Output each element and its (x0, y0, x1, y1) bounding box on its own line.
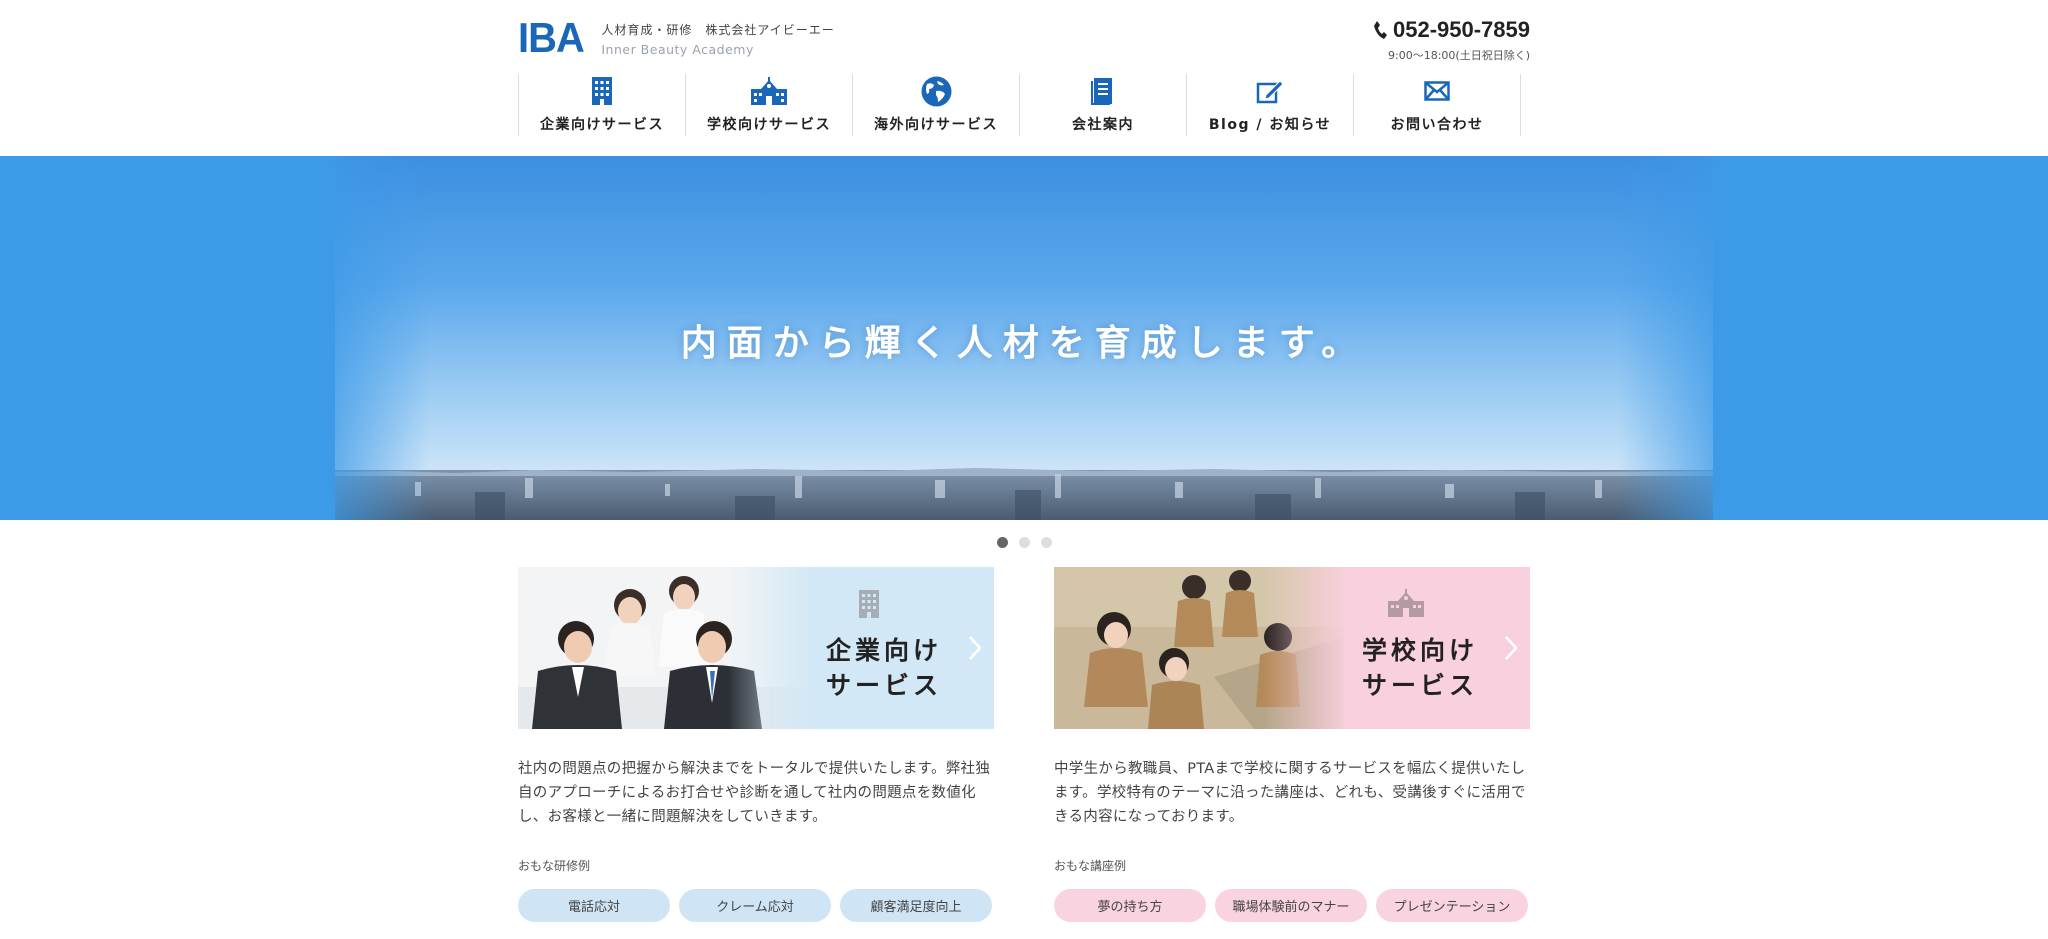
globe-icon (921, 76, 951, 106)
school-service-banner[interactable]: 学校向け サービス (1054, 567, 1530, 729)
example-tag[interactable]: プレゼンテーション (1376, 889, 1528, 922)
hero-slider[interactable]: 内面から輝く人材を育成します。 (0, 156, 2048, 520)
slider-dot-2[interactable] (1018, 536, 1030, 548)
logo-tagline: 人材育成・研修 株式会社アイビーエー (601, 23, 835, 37)
service-cards: 企業向け サービス 社内の問題点の把握から解決までをトータルで提供いたします。弊… (518, 567, 1530, 922)
phone-number[interactable]: 052-950-7859 (1393, 17, 1530, 43)
banner-title: 学校向け サービス (1361, 636, 1478, 700)
city-skyline-image (335, 468, 1713, 520)
site-header: IBA 人材育成・研修 株式会社アイビーエー Inner Beauty Acad… (518, 0, 1530, 156)
example-tag[interactable]: 顧客満足度向上 (840, 889, 992, 922)
global-nav: 企業向けサービス 学校向けサービス 海外向けサービス 会社案内 Blog / お… (518, 74, 1521, 136)
nav-item-school[interactable]: 学校向けサービス (686, 74, 853, 136)
slider-pagination (0, 520, 2048, 564)
example-tags: 電話応対 クレーム応対 顧客満足度向上 (518, 889, 994, 922)
building-icon (592, 77, 612, 105)
nav-label: 学校向けサービス (707, 117, 831, 133)
nav-item-overseas[interactable]: 海外向けサービス (853, 74, 1020, 136)
contact-phone: 052-950-7859 9:00〜18:00(土日祝日除く) (1373, 17, 1530, 63)
nav-item-company[interactable]: 会社案内 (1020, 74, 1187, 136)
slider-dot-1[interactable] (996, 536, 1008, 548)
nav-label: 企業向けサービス (540, 117, 664, 133)
example-tag[interactable]: 電話応対 (518, 889, 670, 922)
example-tag[interactable]: 夢の持ち方 (1054, 889, 1206, 922)
site-logo[interactable]: IBA 人材育成・研修 株式会社アイビーエー Inner Beauty Acad… (518, 14, 835, 61)
service-description: 中学生から教職員、PTAまで学校に関するサービスを幅広く提供いたします。学校特有… (1054, 761, 1526, 825)
phone-icon (1373, 21, 1387, 39)
chevron-right-icon (1505, 636, 1518, 660)
logo-mark: IBA (518, 14, 585, 61)
school-icon (1388, 589, 1424, 617)
corporate-service-banner[interactable]: 企業向け サービス (518, 567, 994, 729)
example-tag[interactable]: クレーム応対 (679, 889, 831, 922)
slider-dot-3[interactable] (1040, 536, 1052, 548)
nav-label: 海外向けサービス (874, 117, 998, 133)
chevron-right-icon (969, 636, 982, 660)
pencil-edit-icon (1256, 80, 1284, 104)
building-icon (859, 590, 879, 618)
examples-label: おもな研修例 (518, 859, 591, 873)
logo-english: Inner Beauty Academy (601, 42, 754, 57)
hero-catchcopy: 内面から輝く人材を育成します。 (680, 323, 1368, 364)
service-card-corporate: 企業向け サービス 社内の問題点の把握から解決までをトータルで提供いたします。弊… (518, 567, 994, 922)
nav-label: 会社案内 (1072, 117, 1134, 133)
phone-hours: 9:00〜18:00(土日祝日除く) (1388, 49, 1530, 62)
example-tags: 夢の持ち方 職場体験前のマナー プレゼンテーション (1054, 889, 1530, 922)
document-icon (1091, 78, 1112, 105)
example-tag[interactable]: 職場体験前のマナー (1215, 889, 1367, 922)
nav-label: お問い合わせ (1390, 117, 1484, 133)
nav-item-corporate[interactable]: 企業向けサービス (519, 74, 686, 136)
nav-item-blog[interactable]: Blog / お知らせ (1187, 74, 1354, 136)
banner-title: 企業向け サービス (825, 636, 942, 700)
school-icon (751, 77, 787, 105)
nav-item-contact[interactable]: お問い合わせ (1354, 74, 1521, 136)
examples-label: おもな講座例 (1054, 859, 1127, 873)
service-card-school: 学校向け サービス 中学生から教職員、PTAまで学校に関するサービスを幅広く提供… (1054, 567, 1530, 922)
envelope-icon (1424, 81, 1450, 101)
service-description: 社内の問題点の把握から解決までをトータルで提供いたします。弊社独自のアプローチに… (518, 761, 991, 825)
nav-label: Blog / お知らせ (1208, 117, 1332, 133)
